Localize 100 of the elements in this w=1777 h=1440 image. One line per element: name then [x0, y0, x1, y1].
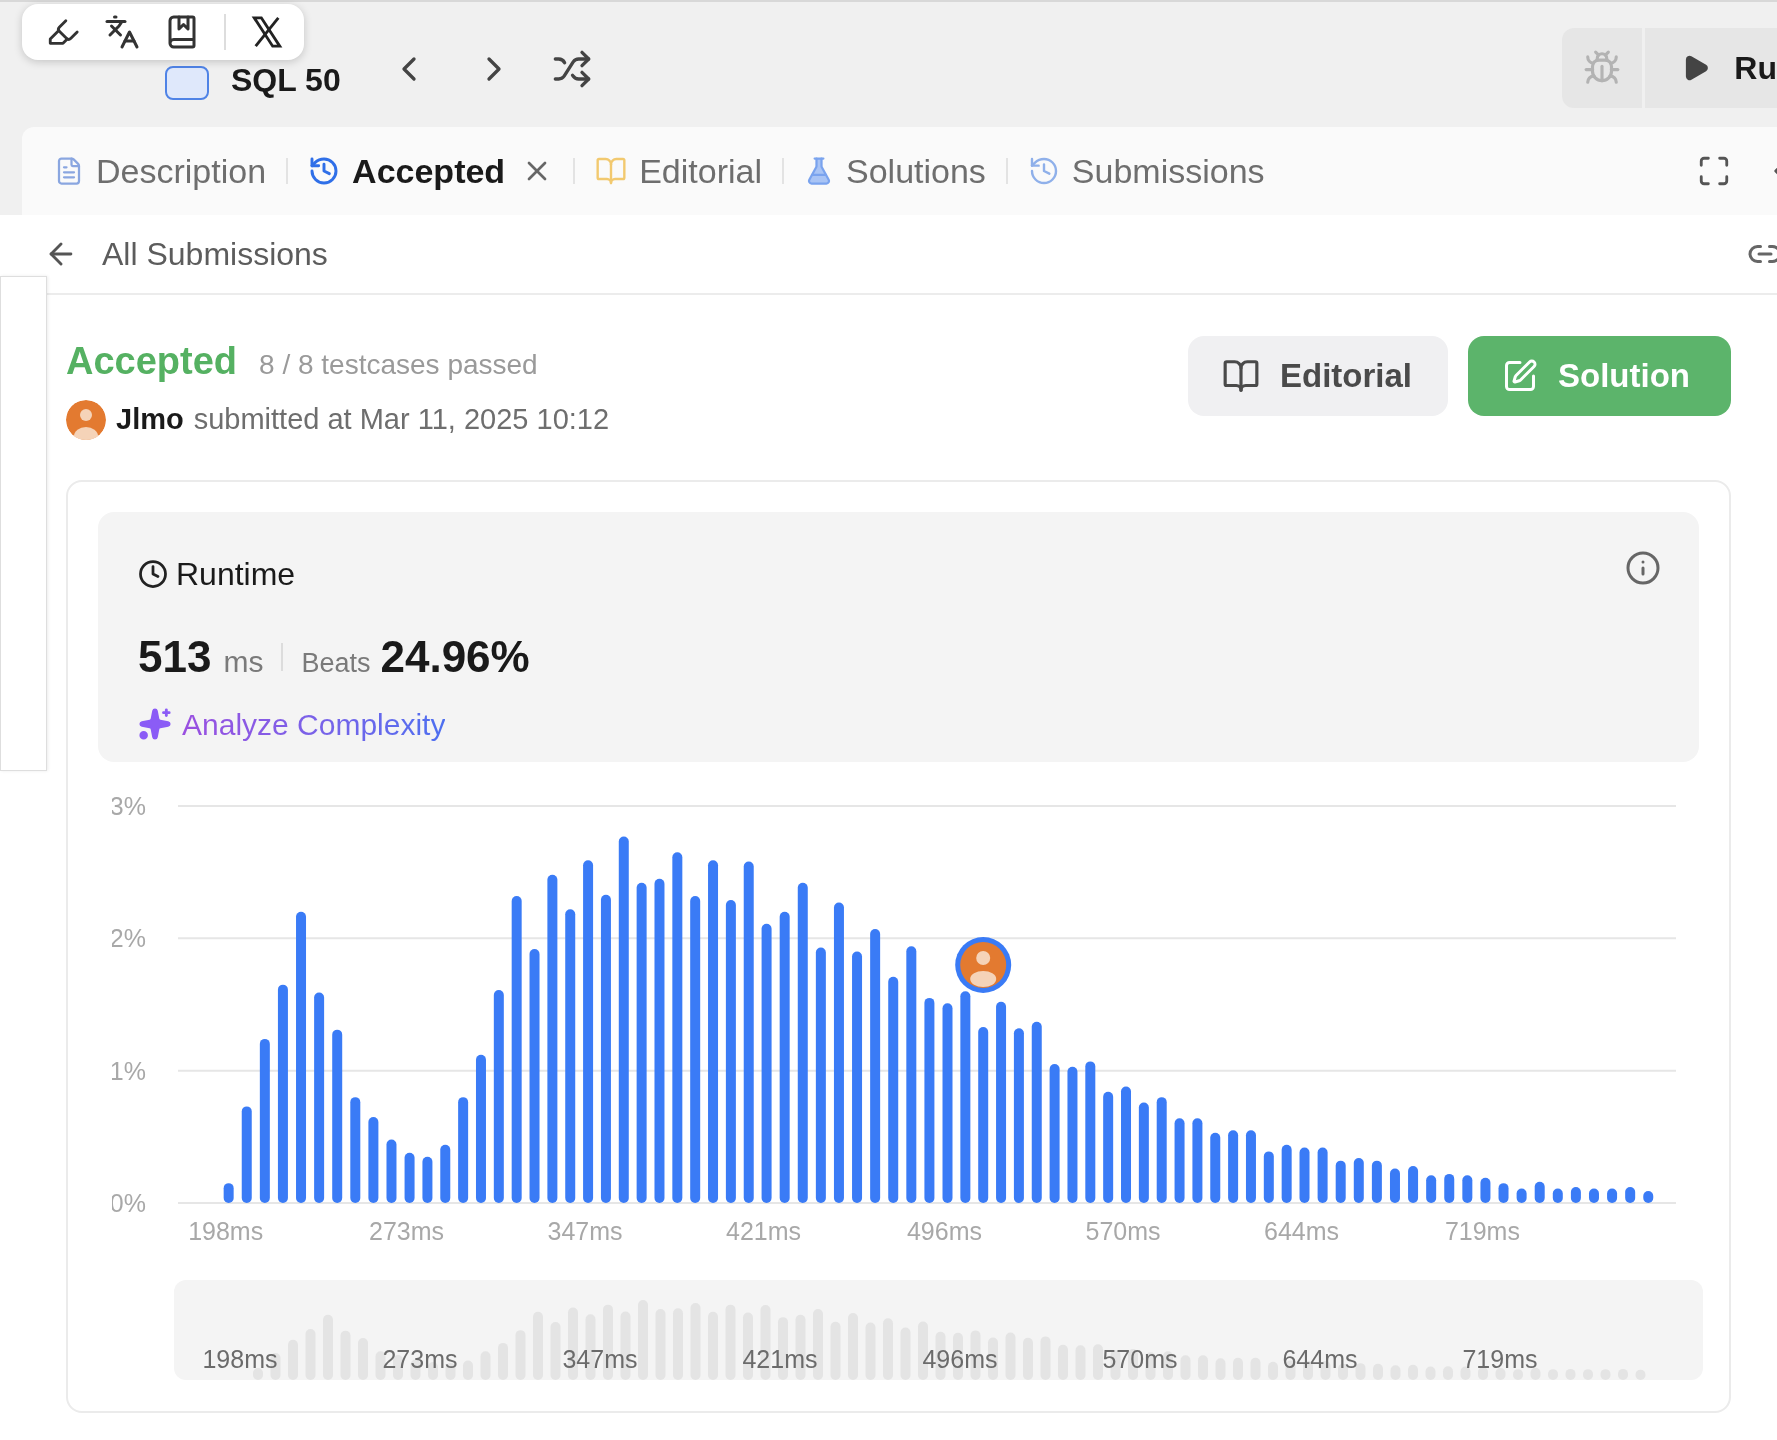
chart-bar[interactable] [761, 923, 772, 1203]
chart-bar[interactable] [386, 1139, 397, 1203]
chart-bar[interactable] [1516, 1187, 1527, 1203]
chart-bar[interactable] [1607, 1187, 1618, 1203]
chart-bar[interactable] [870, 928, 881, 1203]
chart-bar[interactable] [833, 902, 844, 1203]
chart-bar[interactable] [960, 990, 971, 1203]
solution-button[interactable]: Solution [1468, 336, 1731, 416]
chart-bar[interactable] [672, 851, 683, 1203]
chart-bar[interactable] [1085, 1060, 1096, 1203]
translate-icon[interactable] [104, 14, 140, 50]
chart-bar[interactable] [1013, 1027, 1024, 1203]
chart-bar[interactable] [654, 878, 665, 1203]
chart-bar[interactable] [1263, 1150, 1274, 1203]
shuffle-icon[interactable] [551, 48, 592, 89]
chart-bar[interactable] [852, 951, 863, 1203]
chart-bar[interactable] [511, 895, 522, 1203]
chart-bar[interactable] [1408, 1165, 1419, 1203]
chart-bar[interactable] [1552, 1187, 1563, 1203]
chart-bar[interactable] [797, 882, 808, 1203]
chart-bar[interactable] [1121, 1086, 1131, 1203]
problem-list-title[interactable]: SQL 50 [231, 55, 341, 104]
chart-bar[interactable] [583, 859, 594, 1203]
chart-bar[interactable] [779, 911, 790, 1203]
cross-logo-icon[interactable] [250, 15, 284, 49]
info-icon[interactable] [1625, 549, 1661, 586]
runtime-value: 513 [138, 630, 212, 683]
chart-bar[interactable] [1049, 1063, 1060, 1203]
chart-bar[interactable] [1625, 1186, 1636, 1203]
chart-bar[interactable] [1444, 1173, 1455, 1203]
chart-bar[interactable] [350, 1096, 361, 1203]
chart-bar[interactable] [815, 947, 826, 1203]
chart-bar[interactable] [942, 1002, 953, 1203]
chart-bar[interactable] [1389, 1168, 1400, 1203]
tab[interactable]: Submissions [1027, 145, 1265, 197]
chart-bar[interactable] [690, 895, 701, 1203]
chart-bar[interactable] [332, 1029, 343, 1203]
chart-bar[interactable] [1192, 1117, 1203, 1203]
chart-bar[interactable] [1570, 1186, 1581, 1203]
chart-bar[interactable] [440, 1144, 451, 1203]
chart-bar[interactable] [1245, 1129, 1256, 1203]
chart-bar[interactable] [1317, 1146, 1328, 1203]
chart-bar[interactable] [241, 1105, 252, 1203]
beats-value: 24.96% [380, 630, 530, 683]
chart-bar[interactable] [314, 992, 325, 1203]
chart-bar[interactable] [1281, 1144, 1292, 1203]
chart-bar[interactable] [725, 899, 736, 1203]
chart-bar[interactable] [1031, 1021, 1042, 1203]
chart-bar[interactable] [636, 882, 647, 1203]
chart-bar[interactable] [1335, 1160, 1346, 1203]
chart-bar[interactable] [924, 997, 935, 1203]
run-button[interactable]: Ru [1645, 27, 1777, 108]
chart-bar[interactable] [493, 989, 504, 1203]
chart-bar[interactable] [1534, 1181, 1545, 1203]
chart-bar[interactable] [277, 984, 288, 1203]
chart-bar[interactable] [1480, 1177, 1491, 1203]
tab[interactable]: Editorial [595, 145, 762, 197]
chart-bar[interactable] [888, 976, 899, 1203]
avatar-marker[interactable] [955, 936, 1012, 993]
chart-bar[interactable] [1156, 1096, 1167, 1203]
chart-bar[interactable] [1589, 1187, 1599, 1203]
range-navigator[interactable]: 198ms 273ms 347ms 421ms 496ms 570ms 644ms 719ms [174, 1279, 1703, 1380]
chart-bar[interactable] [547, 874, 558, 1203]
list-icon[interactable] [165, 65, 209, 100]
fullscreen-icon[interactable] [1697, 154, 1731, 188]
chart-bar[interactable] [1067, 1066, 1078, 1203]
chart-bar[interactable] [1174, 1117, 1185, 1203]
chart-bar[interactable] [600, 894, 611, 1203]
tab[interactable]: Solutions [804, 145, 986, 197]
chart-bar[interactable] [1299, 1146, 1310, 1203]
chart-bar[interactable] [529, 948, 540, 1203]
user-avatar [66, 399, 106, 440]
tab[interactable]: Description [54, 145, 267, 197]
chart-bar[interactable] [565, 908, 576, 1203]
chart-bar[interactable] [1353, 1157, 1364, 1203]
chart-bar[interactable] [996, 1001, 1007, 1203]
chart-bar[interactable] [1462, 1174, 1473, 1203]
chart-bar[interactable] [404, 1152, 415, 1203]
tab[interactable]: Accepted [308, 145, 506, 197]
chart-bar[interactable] [458, 1096, 469, 1203]
chart-bar[interactable] [368, 1116, 379, 1203]
chart-bar[interactable] [259, 1038, 270, 1203]
username[interactable]: Jlmo [116, 398, 184, 442]
chart-bar[interactable] [1228, 1129, 1239, 1203]
chart-bar[interactable] [708, 859, 719, 1203]
chart-bar[interactable] [1426, 1174, 1437, 1203]
chart-bar[interactable] [618, 835, 629, 1203]
chart-bar[interactable] [1210, 1132, 1221, 1203]
chart-bar[interactable] [906, 945, 917, 1203]
chart-bar[interactable] [1371, 1160, 1382, 1203]
editorial-button[interactable]: Editorial [1188, 336, 1448, 416]
all-submissions-link[interactable]: All Submissions [102, 230, 328, 278]
chart-bar[interactable] [223, 1182, 234, 1203]
chart-bar[interactable] [1138, 1101, 1149, 1203]
chart-bar[interactable] [743, 861, 754, 1203]
chart-bar[interactable] [1103, 1091, 1114, 1203]
chart-bar[interactable] [1643, 1190, 1654, 1203]
chart-bar[interactable] [1498, 1182, 1509, 1203]
chart-bar[interactable] [422, 1156, 433, 1203]
chart-bar[interactable] [978, 1026, 989, 1203]
